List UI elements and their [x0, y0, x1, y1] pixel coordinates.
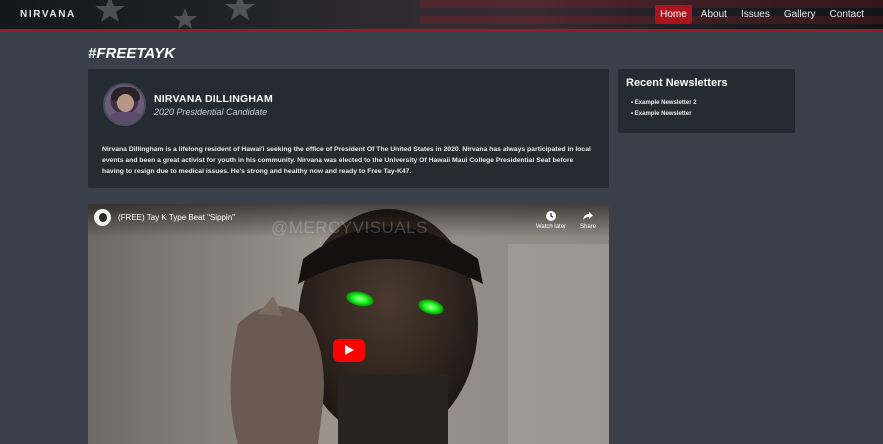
newsletter-link[interactable]: Example Newsletter: [631, 109, 696, 120]
newsletter-list: Example Newsletter 2 Example Newsletter: [631, 98, 697, 120]
play-button[interactable]: [333, 339, 365, 362]
site-logo[interactable]: NIRVANA: [20, 9, 76, 20]
candidate-subtitle: 2020 Presidential Candidate: [154, 107, 268, 117]
avatar: [103, 83, 146, 126]
nav-home[interactable]: Home: [655, 5, 692, 24]
candidate-bio: Nirvana Dillingham is a lifelong residen…: [102, 146, 591, 175]
clock-icon: [546, 211, 556, 221]
video-title[interactable]: (FREE) Tay K Type Beat "Sippin": [118, 213, 235, 222]
page-title: #FREETAYK: [88, 45, 175, 62]
watch-later-label: Watch later: [535, 224, 567, 230]
video-watermark: @MERCYVISUALS: [271, 218, 428, 237]
sidebar-title: Recent Newsletters: [626, 77, 728, 89]
newsletter-link[interactable]: Example Newsletter 2: [631, 98, 697, 109]
share-button[interactable]: Share: [570, 210, 606, 230]
nav-issues[interactable]: Issues: [736, 5, 775, 24]
candidate-profile-card: NIRVANA DILLINGHAM 2020 Presidential Can…: [88, 69, 609, 188]
candidate-name: NIRVANA DILLINGHAM: [154, 93, 273, 105]
nav-contact[interactable]: Contact: [825, 5, 869, 24]
top-navigation-bar: NIRVANA Home About Issues Gallery Contac…: [0, 0, 883, 31]
video-thumbnail: [88, 204, 609, 444]
channel-avatar-icon[interactable]: [94, 209, 111, 226]
share-arrow-icon: [583, 212, 593, 220]
watch-later-button[interactable]: Watch later: [533, 210, 569, 230]
main-nav: Home About Issues Gallery Contact: [655, 5, 869, 24]
nav-gallery[interactable]: Gallery: [779, 5, 821, 24]
youtube-embed[interactable]: (FREE) Tay K Type Beat "Sippin" @MERCYVI…: [88, 204, 609, 444]
recent-newsletters-panel: Recent Newsletters Example Newsletter 2 …: [618, 69, 795, 133]
share-label: Share: [579, 224, 596, 230]
nav-about[interactable]: About: [696, 5, 732, 24]
